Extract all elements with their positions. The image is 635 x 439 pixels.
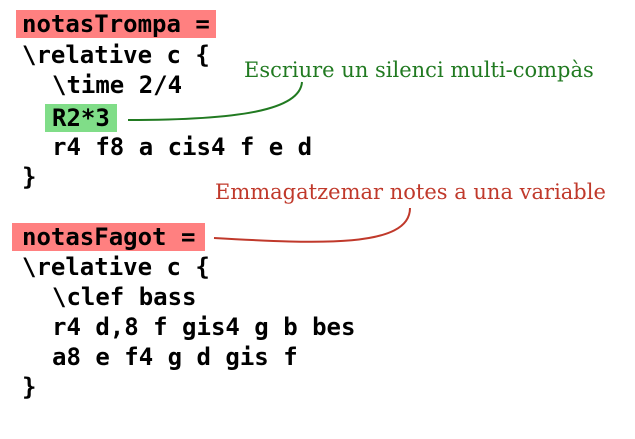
connector-multirest bbox=[127, 81, 303, 121]
annotation-variable: Emmagatzemar notes a una variable bbox=[215, 180, 606, 204]
connector-variable bbox=[213, 207, 411, 243]
annotation-multirest: Escriure un silenci multi-compàs bbox=[244, 58, 594, 82]
